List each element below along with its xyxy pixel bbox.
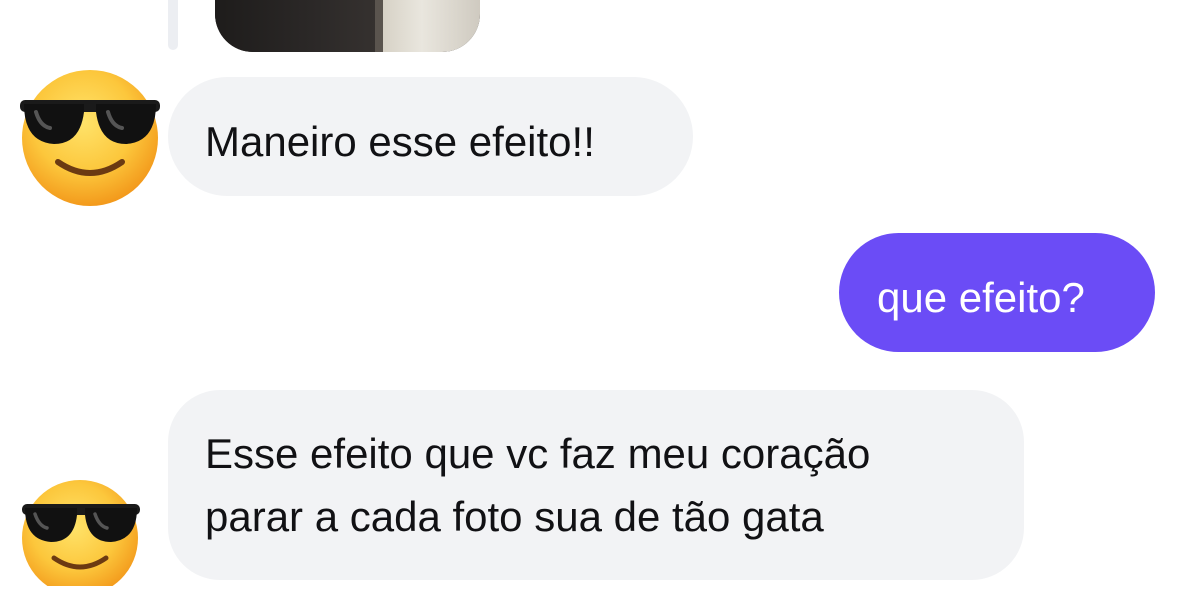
message-bubble-incoming[interactable]: Maneiro esse efeito!! — [168, 77, 693, 196]
message-text-line: Esse efeito que vc faz meu coração — [205, 430, 871, 477]
contact-avatar[interactable] — [22, 476, 142, 591]
photo-light-region — [383, 0, 480, 52]
photo-dark-region — [215, 0, 375, 52]
message-text: que efeito? — [877, 274, 1085, 321]
contact-avatar[interactable] — [18, 68, 162, 213]
sunglasses-emoji-icon — [20, 70, 160, 206]
sunglasses-emoji-icon — [22, 480, 140, 591]
shared-photo-thumbnail[interactable] — [215, 0, 480, 52]
message-text-line: parar a cada foto sua de tão gata — [205, 493, 824, 540]
message-text: Maneiro esse efeito!! — [205, 118, 595, 165]
message-bubble-incoming[interactable]: Esse efeito que vc faz meu coração parar… — [168, 390, 1024, 580]
message-bubble-outgoing[interactable]: que efeito? — [839, 233, 1155, 352]
photo-door-edge — [375, 0, 383, 52]
reply-indicator-bar — [168, 0, 178, 50]
